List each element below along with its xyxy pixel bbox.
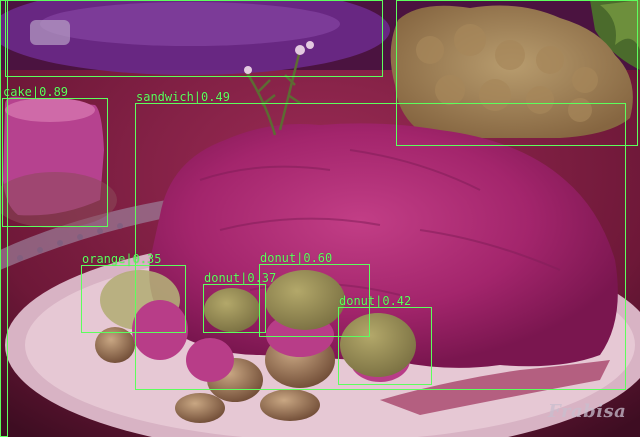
detection-box-donut-037: donut|0.37 <box>203 272 276 333</box>
detection-label-sandwich: sandwich|0.49 <box>136 90 230 104</box>
photographer-watermark: Frabisa <box>548 401 627 422</box>
detection-box-cake: cake|0.89 <box>2 86 108 227</box>
detection-label-donut-042: donut|0.42 <box>339 294 412 308</box>
detection-box-top-dish <box>5 0 383 77</box>
detection-scene: cake|0.89 sandwich|0.49 orange|0.35 donu… <box>0 0 640 437</box>
detection-label-donut-060: donut|0.60 <box>260 251 333 265</box>
detection-box-orange: orange|0.35 <box>81 253 186 333</box>
detection-label-cake: cake|0.89 <box>3 85 69 99</box>
detection-box-donut-042: donut|0.42 <box>338 295 432 385</box>
detection-label-orange: orange|0.35 <box>82 252 162 266</box>
